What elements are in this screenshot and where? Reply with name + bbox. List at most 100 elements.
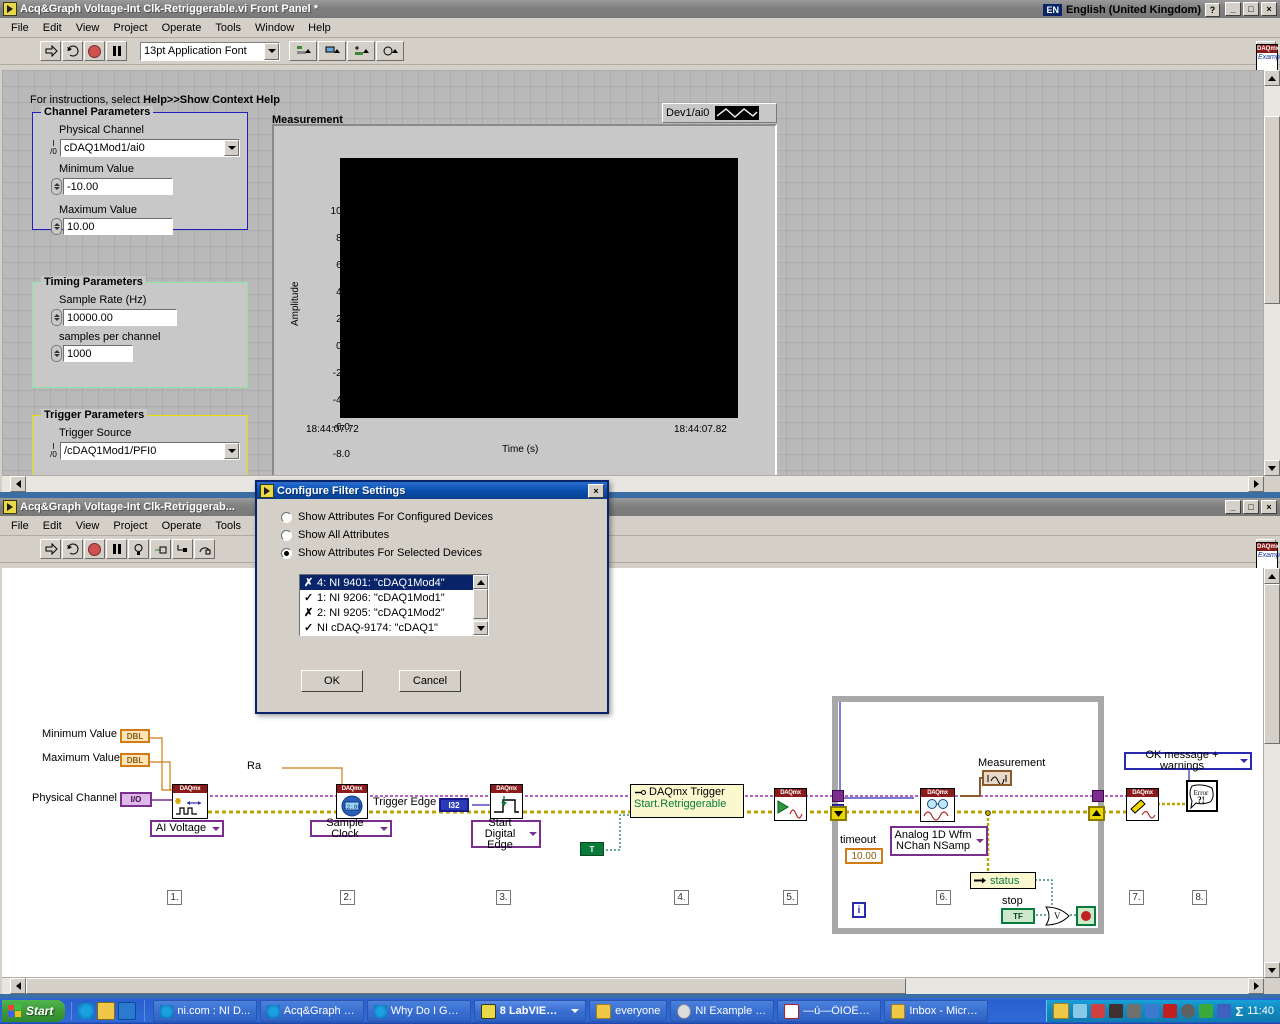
menu-window[interactable]: Window: [248, 20, 301, 36]
sample-rate-stepper[interactable]: [51, 309, 62, 326]
highlight-execution-button[interactable]: [128, 539, 149, 559]
abort-button[interactable]: [84, 539, 105, 559]
daqmx-read-node[interactable]: DAQmx: [920, 788, 955, 822]
device-listbox[interactable]: ✗ 4: NI 9401: "cDAQ1Mod4" ✓ 1: NI 9206: …: [299, 574, 489, 636]
close-button[interactable]: ×: [1261, 500, 1277, 514]
menu-edit[interactable]: Edit: [36, 518, 69, 534]
taskbar-item-why-do-i-get[interactable]: Why Do I Get...: [367, 1000, 472, 1022]
graph-plot-legend[interactable]: Dev1/ai0: [662, 103, 777, 123]
minimum-value-terminal[interactable]: DBL: [120, 729, 150, 743]
radio-indicator[interactable]: [281, 511, 292, 523]
scroll-thumb[interactable]: [26, 978, 906, 994]
scroll-right-button[interactable]: [1248, 978, 1264, 994]
scroll-thumb[interactable]: [473, 589, 488, 619]
run-continuously-button[interactable]: [62, 41, 83, 61]
step-into-button[interactable]: [172, 539, 193, 559]
minimize-button[interactable]: _: [1225, 2, 1241, 16]
front-panel-horizontal-scrollbar[interactable]: [2, 475, 1264, 492]
or-gate-node[interactable]: V: [1044, 906, 1070, 926]
chevron-down-icon[interactable]: [527, 832, 539, 836]
tray-alert-icon[interactable]: [1091, 1004, 1106, 1018]
daqmx-clear-task-node[interactable]: DAQmx: [1126, 788, 1159, 821]
error-shift-register-right[interactable]: [1088, 806, 1105, 821]
menu-file[interactable]: File: [4, 20, 36, 36]
menu-file[interactable]: File: [4, 518, 36, 534]
tray-power-icon[interactable]: [1127, 1004, 1142, 1018]
scroll-up-button[interactable]: [1264, 568, 1280, 584]
menu-operate[interactable]: Operate: [155, 518, 209, 534]
timeout-constant[interactable]: 10.00: [845, 848, 883, 864]
align-objects-button[interactable]: [289, 41, 317, 61]
scroll-up-button[interactable]: [1264, 70, 1280, 86]
titlebar-help-button[interactable]: ?: [1205, 2, 1220, 17]
clock-icon[interactable]: [97, 1002, 116, 1020]
scroll-left-button[interactable]: [10, 476, 26, 492]
radio-indicator[interactable]: [281, 547, 292, 559]
start-digital-edge-ring-control[interactable]: Start Digital Edge: [471, 817, 541, 850]
samples-per-channel-input[interactable]: 1000: [63, 345, 133, 362]
minimize-button[interactable]: _: [1225, 500, 1241, 514]
menu-help[interactable]: Help: [301, 20, 338, 36]
chevron-down-icon[interactable]: [264, 42, 279, 60]
scroll-up-button[interactable]: [473, 575, 488, 589]
taskbar-item-ni-com[interactable]: ni.com : NI D...: [153, 1000, 258, 1022]
sample-rate-input[interactable]: 10000.00: [63, 309, 177, 326]
scroll-thumb[interactable]: [1264, 116, 1280, 304]
menu-edit[interactable]: Edit: [36, 20, 69, 36]
daqmx-create-channel-node[interactable]: DAQmx: [172, 784, 208, 819]
menu-tools[interactable]: Tools: [208, 518, 248, 534]
daqmx-start-trigger-node[interactable]: DAQmx: [490, 784, 523, 819]
ai-voltage-ring-control[interactable]: AI Voltage: [150, 820, 224, 837]
chevron-down-icon[interactable]: [224, 443, 239, 459]
analog-wfm-ring-control[interactable]: Analog 1D Wfm NChan NSamp: [890, 826, 988, 856]
error-handler-message-ring[interactable]: OK message + warnings: [1124, 750, 1252, 772]
maximize-button[interactable]: □: [1243, 500, 1259, 514]
measurement-indicator-terminal[interactable]: [982, 770, 1012, 786]
radio-indicator[interactable]: [281, 529, 292, 541]
scroll-right-button[interactable]: [1248, 476, 1264, 492]
legend-plot-style-icon[interactable]: [715, 106, 760, 120]
sample-clock-ring-control[interactable]: Sample Clock: [310, 817, 392, 839]
tray-currency-icon[interactable]: [1109, 1004, 1124, 1018]
show-desktop-icon[interactable]: [118, 1002, 137, 1020]
listbox-scrollbar[interactable]: [473, 575, 488, 635]
list-item[interactable]: ✓ NI cDAQ-9174: "cDAQ1": [300, 620, 488, 635]
font-selector[interactable]: 13pt Application Font: [140, 41, 280, 61]
retain-wire-values-button[interactable]: [150, 539, 171, 559]
tray-clock-icon[interactable]: [1053, 1003, 1070, 1019]
taskbar-item-ni-example-finder[interactable]: NI Example Fi...: [670, 1000, 775, 1022]
list-item[interactable]: ✗ 2: NI 9205: "cDAQ1Mod2": [300, 605, 488, 620]
pause-button[interactable]: [106, 539, 127, 559]
taskbar-item-pdf[interactable]: —ú—ÔIOËÙ...: [777, 1000, 882, 1022]
tray-disc-icon[interactable]: [1181, 1004, 1196, 1018]
daqmx-trigger-property-node[interactable]: DAQmx Trigger Start.Retriggerable: [630, 784, 744, 818]
system-clock[interactable]: 11:40: [1247, 1005, 1274, 1017]
pause-button[interactable]: [106, 41, 127, 61]
reorder-objects-button[interactable]: [376, 41, 404, 61]
radio-configured-devices[interactable]: Show Attributes For Configured Devices: [281, 511, 607, 523]
task-tunnel-right[interactable]: [1092, 790, 1104, 802]
maximum-value-terminal[interactable]: DBL: [120, 753, 150, 767]
minimum-value-stepper[interactable]: [51, 178, 62, 195]
radio-all-attributes[interactable]: Show All Attributes: [281, 529, 607, 541]
menu-view[interactable]: View: [69, 20, 107, 36]
physical-channel-control[interactable]: cDAQ1Mod1/ai0: [60, 139, 240, 157]
block-diagram-titlebar[interactable]: Acq&Graph Voltage-Int Clk-Retriggerab...…: [0, 498, 1280, 516]
trigger-source-control[interactable]: /cDAQ1Mod1/PFI0: [60, 442, 240, 460]
chevron-down-icon[interactable]: [378, 826, 390, 831]
daqmx-timing-node[interactable]: DAQmx 12:00: [336, 784, 368, 819]
physical-channel-terminal[interactable]: I/O: [120, 792, 152, 807]
simple-error-handler-node[interactable]: Error ?!: [1186, 780, 1218, 812]
ok-button[interactable]: OK: [301, 670, 363, 692]
front-panel-vertical-scrollbar[interactable]: [1263, 70, 1280, 476]
scroll-left-button[interactable]: [10, 978, 26, 994]
internet-explorer-icon[interactable]: [78, 1003, 95, 1019]
trigger-edge-terminal[interactable]: I32: [439, 798, 469, 812]
list-item[interactable]: ✗ 4: NI 9401: "cDAQ1Mod4": [300, 575, 488, 590]
abort-button[interactable]: [84, 41, 105, 61]
chevron-down-icon[interactable]: [224, 140, 239, 156]
chevron-down-icon[interactable]: [974, 839, 986, 843]
tray-security-icon[interactable]: [1163, 1004, 1178, 1018]
waveform-graph[interactable]: Amplitude 10.0 8.0 6.0 4.0 2.0 0.0 -2.0 …: [272, 124, 777, 476]
dialog-titlebar[interactable]: Configure Filter Settings ×: [257, 482, 607, 499]
